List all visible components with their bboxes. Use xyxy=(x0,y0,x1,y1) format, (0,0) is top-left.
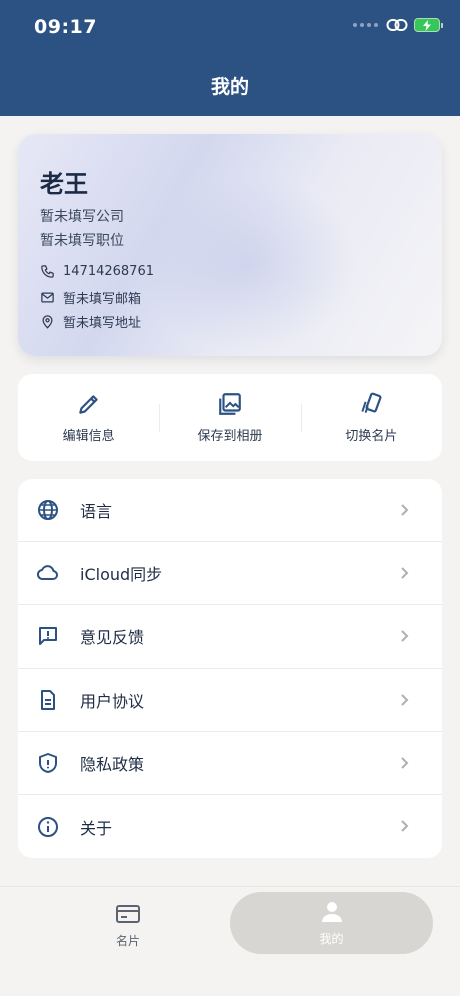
menu-item-about[interactable]: 关于 xyxy=(18,795,442,858)
profile-email: 暂未填写邮箱 xyxy=(63,292,142,307)
menu-item-icloud-sync[interactable]: iCloud同步 xyxy=(18,542,442,606)
tab-cards[interactable]: 名片 xyxy=(28,895,228,955)
switch-card-label: 切换名片 xyxy=(345,429,398,444)
chevron-right-icon xyxy=(401,757,409,769)
card-icon xyxy=(116,904,140,923)
profile-phone-row: 14714268761 xyxy=(40,264,154,279)
phone-icon xyxy=(41,265,54,278)
edit-info-label: 编辑信息 xyxy=(62,429,115,444)
chevron-right-icon xyxy=(401,630,409,643)
tab-me[interactable]: 我的 xyxy=(230,892,433,954)
save-to-album-button[interactable]: 保存到相册 xyxy=(159,374,300,461)
cards-switch-icon xyxy=(361,392,382,413)
profile-card[interactable]: 老王 暂未填写公司 暂未填写职位 14714268761 暂未填写邮箱 暂未填写… xyxy=(18,134,442,356)
battery-charging-icon xyxy=(414,18,443,32)
feedback-icon xyxy=(39,627,57,646)
signal-dots-icon xyxy=(353,23,378,27)
tab-label: 我的 xyxy=(319,931,344,946)
profile-phone: 14714268761 xyxy=(63,264,154,279)
menu-item-label: 意见反馈 xyxy=(80,628,145,648)
menu-item-user-agreement[interactable]: 用户协议 xyxy=(18,669,442,732)
status-icons xyxy=(353,18,443,32)
profile-email-row: 暂未填写邮箱 xyxy=(40,288,141,307)
menu-item-label: 关于 xyxy=(80,818,113,838)
menu-item-label: 用户协议 xyxy=(80,691,145,711)
switch-card-button[interactable]: 切换名片 xyxy=(300,374,442,461)
profile-address: 暂未填写地址 xyxy=(63,316,142,331)
pencil-icon xyxy=(78,395,98,414)
profile-name: 老王 xyxy=(40,170,88,198)
menu-item-label: iCloud同步 xyxy=(80,565,163,585)
status-time: 09:17 xyxy=(34,16,97,38)
person-icon xyxy=(321,901,342,922)
tab-bar: 名片 我的 xyxy=(0,886,460,996)
profile-position: 暂未填写职位 xyxy=(40,233,124,249)
gallery-icon xyxy=(219,393,241,415)
save-to-album-label: 保存到相册 xyxy=(197,429,263,444)
chevron-right-icon xyxy=(401,567,409,579)
page-title: 我的 xyxy=(210,76,249,98)
profile-address-row: 暂未填写地址 xyxy=(40,312,141,331)
chevron-right-icon xyxy=(401,504,409,516)
location-pin-icon xyxy=(42,315,53,329)
info-icon xyxy=(38,816,58,837)
link-icon xyxy=(386,19,408,31)
chevron-right-icon xyxy=(401,820,409,832)
menu-item-label: 隐私政策 xyxy=(80,754,145,774)
cloud-icon xyxy=(36,565,58,581)
chevron-right-icon xyxy=(401,693,409,706)
menu-item-label: 语言 xyxy=(80,502,113,522)
edit-info-button[interactable]: 编辑信息 xyxy=(18,374,159,461)
actions-card: 编辑信息 保存到相册 切换名片 xyxy=(18,374,442,461)
settings-menu: 语言 iCloud同步 意见反馈 用户协议 隐私政策 关于 xyxy=(18,479,442,858)
document-icon xyxy=(41,689,55,710)
mail-icon xyxy=(41,292,54,303)
menu-item-feedback[interactable]: 意见反馈 xyxy=(18,605,442,669)
shield-icon xyxy=(39,752,57,773)
menu-item-privacy-policy[interactable]: 隐私政策 xyxy=(18,732,442,795)
top-header: 09:17 我的 xyxy=(0,0,460,116)
profile-company: 暂未填写公司 xyxy=(40,209,124,225)
tab-label: 名片 xyxy=(115,933,140,948)
menu-item-language[interactable]: 语言 xyxy=(18,479,442,543)
globe-icon xyxy=(38,500,58,521)
